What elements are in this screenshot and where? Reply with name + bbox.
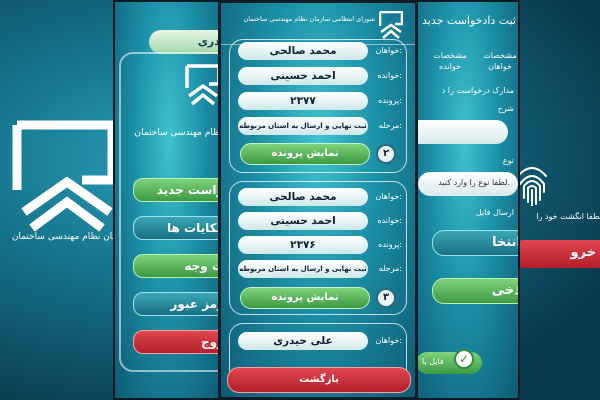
applicant-field: محمد صالحی	[238, 188, 368, 206]
page-title: ثبت دادخواست جدید	[422, 14, 516, 27]
user-button[interactable]: حیدری	[149, 30, 223, 54]
respondent-label: خوانده:	[377, 71, 402, 80]
case-card: محمد صالحی خواهان: احمد حسینی خوانده: ۲۳…	[229, 181, 407, 315]
case-index-badge: ۳	[376, 288, 396, 308]
docs-label: مدارک درخواست را د	[441, 86, 514, 95]
tab-respondent[interactable]: مشخصات خوانده	[430, 50, 470, 72]
applicant-field: محمد صالحی	[238, 42, 368, 60]
exit-button[interactable]: خرو	[510, 240, 600, 268]
type-input[interactable]: لطفا نوع را وارد کنید.	[418, 172, 518, 196]
applicant-label: خواهان:	[375, 192, 402, 201]
org-logo-icon	[185, 64, 221, 106]
fingerprint-caption: لطفا انگشت خود را	[536, 212, 600, 221]
case-label: پرونده:	[378, 240, 402, 249]
stage-field: ثبت نهایی و ارسال به استان مربوطه	[238, 260, 368, 278]
respondent-label: خوانده:	[377, 216, 402, 225]
respondent-field: احمد حسینی	[238, 212, 368, 230]
stage-label: مرحله:	[378, 264, 402, 273]
stage-label: مرحله:	[378, 121, 402, 130]
case-number-field: ۲۳۷۷	[238, 92, 368, 110]
applicant-label: خواهان:	[375, 46, 402, 55]
case-list-screen: شورای انتظامی سازمان نظام مهندسی ساختمان…	[218, 0, 418, 400]
case-label: پرونده:	[378, 96, 402, 105]
show-case-button[interactable]: نمایش پرونده	[240, 287, 370, 309]
payment-button[interactable]: ت وجه	[133, 254, 223, 278]
main-menu-screen: حیدری نظام مهندسی ساختمان واست جدید مکای…	[113, 0, 225, 400]
tab-applicant[interactable]: مشخصات خواهان	[480, 50, 518, 72]
applicant-label: خواهان:	[375, 336, 402, 345]
description-input[interactable]	[412, 120, 508, 144]
fingerprint-screen: لطفا انگشت خود را خرو	[510, 0, 600, 400]
type-label: نوع	[502, 156, 514, 165]
org-logo-icon	[379, 11, 403, 39]
case-index-badge: ۲	[376, 144, 396, 164]
check-icon: ✓	[454, 349, 474, 369]
respondent-field: احمد حسینی	[238, 67, 368, 85]
select-file-button[interactable]: انتخا	[432, 230, 518, 256]
back-button[interactable]: بازگشت	[227, 367, 411, 393]
case-card: محمد صالحی خواهان: احمد حسینی خوانده: ۲۳…	[229, 39, 407, 173]
applicant-field: علی حیدری	[238, 332, 368, 350]
case-number-field: ۲۳۷۶	[238, 236, 368, 254]
stage-field: ثبت نهایی و ارسال به استان مربوطه	[238, 117, 368, 135]
show-case-button[interactable]: نمایش پرونده	[240, 143, 370, 165]
new-request-screen: ثبت دادخواست جدید مشخصات خواهان مشخصات خ…	[410, 0, 520, 400]
header-title: شورای انتظامی سازمان نظام مهندسی ساختمان	[243, 15, 375, 23]
complaints-button[interactable]: مکایات ها	[133, 216, 223, 240]
description-label: شرح	[497, 104, 514, 113]
password-button[interactable]: رمز عبور	[133, 292, 223, 316]
save-button[interactable]: ذخی	[432, 278, 518, 304]
org-logo-icon	[12, 120, 117, 232]
org-title: نظام مهندسی ساختمان	[134, 128, 224, 138]
new-request-button[interactable]: واست جدید	[133, 178, 223, 202]
exit-button[interactable]: روج	[133, 330, 223, 354]
file-label: ارسال فایل	[475, 208, 514, 217]
